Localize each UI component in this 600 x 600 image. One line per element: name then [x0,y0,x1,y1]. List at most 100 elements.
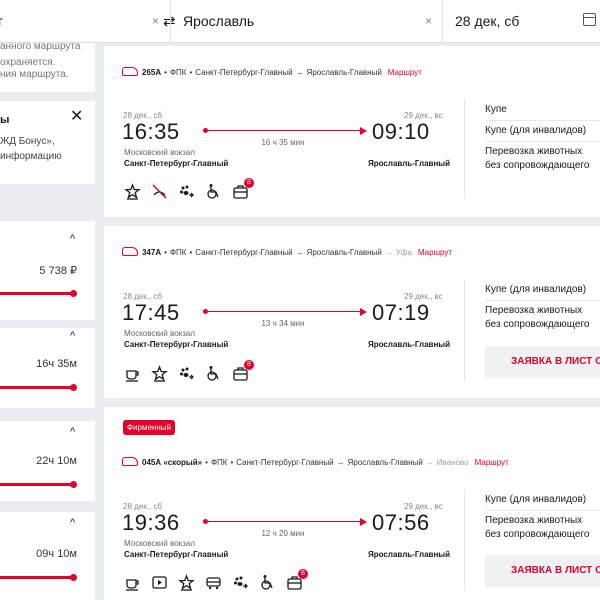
class-option[interactable]: Перевозка животных без сопровождающего [485,514,589,542]
clear-from-icon[interactable]: × [152,14,159,28]
arrival-filter: ^ 09ч 10м [0,512,95,600]
travel-line [208,311,362,312]
date-field[interactable]: 28 дек, сб [442,0,600,43]
divider [464,100,465,198]
chevron-up-icon[interactable]: ^ [70,330,75,342]
arrival-station: Ярославль-Главный [368,550,451,559]
wheelchair-icon [205,365,222,382]
to-input[interactable]: Ярославль [183,13,254,29]
divider [485,300,600,301]
departure-station: Санкт-Петербург-Главный [124,340,229,349]
price-slider-track[interactable] [0,292,73,295]
close-icon[interactable]: ✕ [70,109,83,125]
route-link[interactable]: Маршрут [475,458,509,467]
class-option[interactable]: Купе (для инвалидов) [485,493,586,507]
route-via: Иваново [436,457,469,467]
coffee-icon [124,365,141,382]
video-icon [151,574,168,591]
calendar-icon[interactable] [583,13,596,26]
departure-slider-track[interactable] [0,483,73,486]
chevron-up-icon[interactable]: ^ [70,517,75,529]
divider [485,510,600,511]
waitlist-button[interactable]: ЗАЯВКА В ЛИСТ О [485,555,600,587]
departure-filter: ^ 22ч 10м [0,421,95,501]
route-from: Санкт-Петербург-Главный [195,247,293,257]
star-icon [124,183,141,200]
train-card[interactable]: 347А • ФПК • Санкт-Петербург-Главный → Я… [104,226,600,398]
travel-line [208,130,362,131]
route-from: Санкт-Петербург-Главный [236,457,334,467]
bonus-text: ЖД Бонус», [0,136,55,147]
train-route: 265А • ФПК • Санкт-Петербург-Главный → Я… [122,67,422,77]
carrier: ФПК [169,67,187,77]
train-icon [122,457,138,467]
arrival-time: 09:10 [372,119,430,144]
star-icon [151,365,168,382]
train-card[interactable]: 265А • ФПК • Санкт-Петербург-Главный → Я… [104,46,600,217]
waitlist-button[interactable]: ЗАЯВКА В ЛИСТ О [485,346,600,378]
amenities: 8 [124,569,308,591]
arrow-icon [360,518,367,526]
arrow-icon [360,308,367,316]
class-option[interactable]: Купе (для инвалидов) [485,124,586,138]
route-to: Ярославль-Главный [306,67,382,77]
duration: 16 ч 35 мин [261,138,305,147]
train-route: 347А • ФПК • Санкт-Петербург-Главный → Я… [122,247,452,257]
train-number: 265А [142,67,162,77]
pet-transfer-icon [232,574,249,591]
class-option[interactable]: Перевозка животных без сопровождающего [485,145,589,173]
duration-value: 16ч 35м [36,358,77,370]
from-field[interactable]: г × [0,0,168,43]
clear-to-icon[interactable]: × [425,14,432,28]
bonus-banner: ы ✕ ЖД Бонус», информацию [0,101,95,184]
train-icon [122,247,138,257]
departure-value: 22ч 10м [36,455,77,467]
notice-line: анного маршрута [0,41,81,52]
to-field[interactable]: Ярославль × [170,0,442,43]
branded-badge: Фирменный [123,420,176,435]
date-input[interactable]: 28 дек, сб [455,13,519,29]
arrival-station: Ярославль-Главный [368,340,451,349]
search-bar: г × ⇄ Ярославль × 28 дек, сб [0,0,600,43]
arrival-slider-handle[interactable] [70,574,77,581]
duration-filter: ^ 16ч 35м [0,328,95,408]
arrival-time: 07:56 [372,510,430,535]
departure-time: 16:35 [122,119,180,144]
divider [464,280,465,380]
route-notice: анного маршрута охраняется. ния маршрута… [0,41,95,92]
arrival-value: 09ч 10м [36,548,77,560]
star-icon [178,574,195,591]
amenities: 8 [124,178,254,200]
bonus-text: информацию [0,151,62,162]
train-card[interactable]: Фирменный 045А «скорый» • ФПК • Санкт-Пе… [104,407,600,600]
train-icon [122,67,138,77]
pet-transfer-icon [178,365,195,382]
divider [464,490,465,590]
chevron-up-icon[interactable]: ^ [70,233,75,245]
duration-slider-handle[interactable] [70,384,77,391]
arrow-icon [360,127,367,135]
wheelchair-icon [259,574,276,591]
amenities: 8 [124,360,254,382]
chevron-up-icon[interactable]: ^ [70,426,75,438]
price-value: 5 738 ₽ [39,265,77,277]
departure-slider-handle[interactable] [70,481,77,488]
route-via: Уфа [395,247,412,257]
class-option[interactable]: Купе [485,103,507,117]
price-slider-handle[interactable] [70,290,77,297]
class-option[interactable]: Купе (для инвалидов) [485,283,586,297]
route-link[interactable]: Маршрут [418,248,452,257]
route-link[interactable]: Маршрут [388,68,422,77]
departure-time: 17:45 [122,300,180,325]
train-car-icon [205,574,222,591]
arrival-slider-track[interactable] [0,576,73,579]
from-input[interactable]: г [0,13,3,29]
class-option[interactable]: Перевозка животных без сопровождающего [485,304,589,332]
carrier: ФПК [210,457,228,467]
duration-slider-track[interactable] [0,386,73,389]
duration: 12 ч 20 мин [261,529,305,538]
luggage-count: 8 [244,360,254,370]
departure-vokzal: Московский вокзал [124,148,196,157]
departure-station: Санкт-Петербург-Главный [124,159,229,168]
luggage-count: 8 [244,178,254,188]
